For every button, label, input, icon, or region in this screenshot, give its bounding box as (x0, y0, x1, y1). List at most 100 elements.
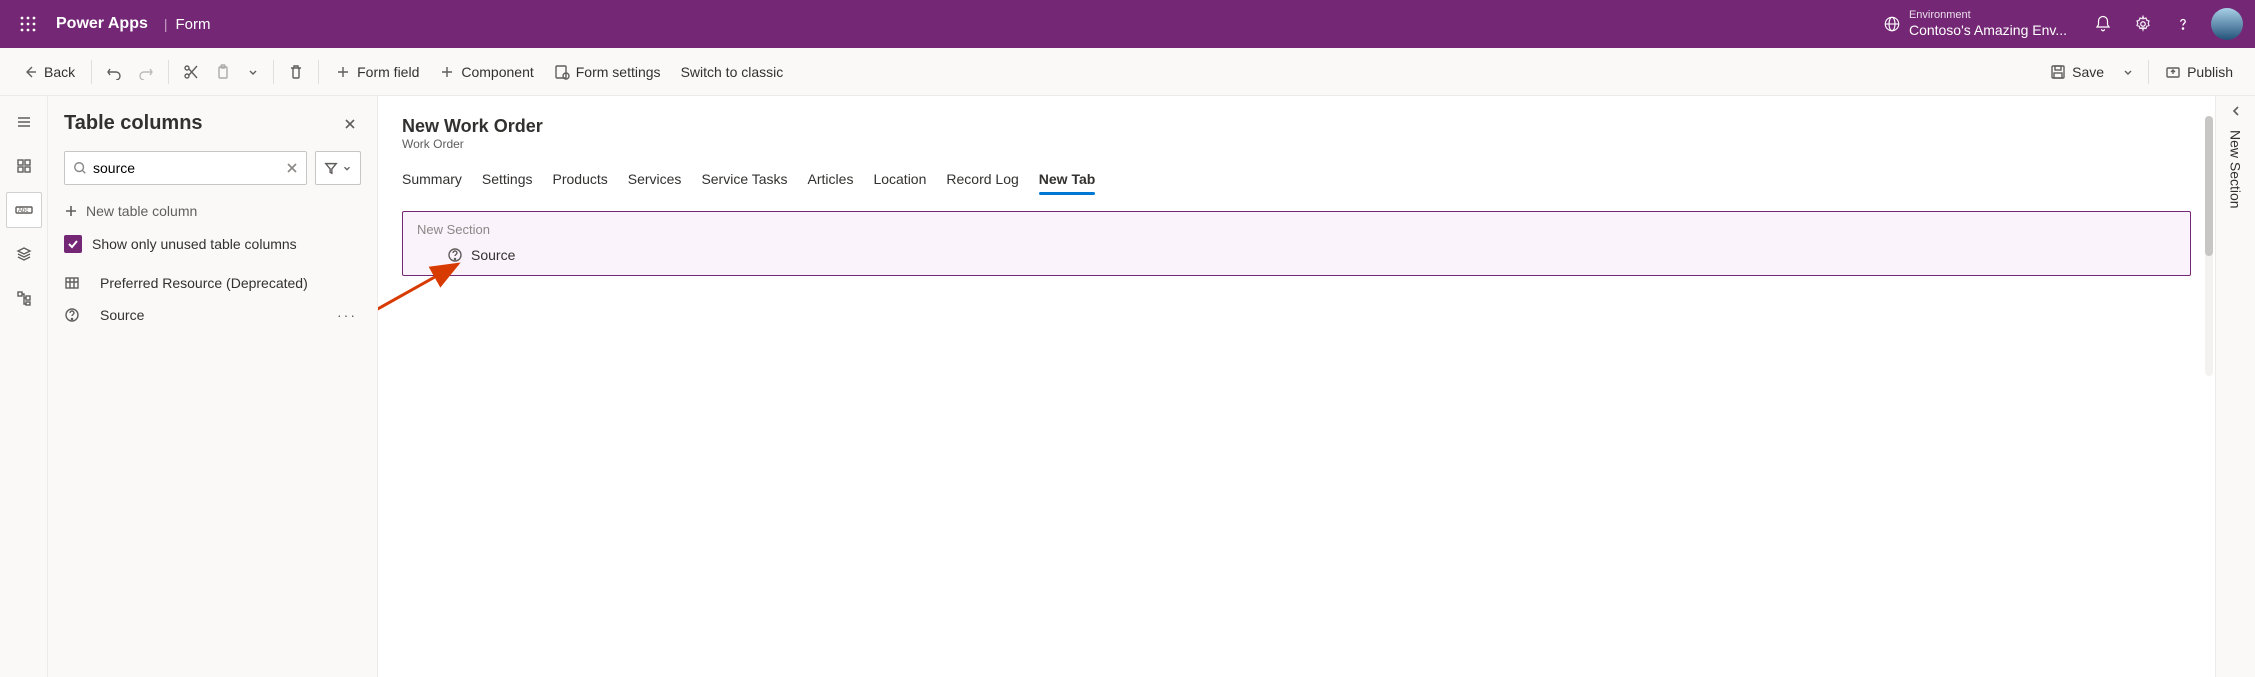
form-settings-label: Form settings (576, 64, 661, 80)
column-item-source[interactable]: Source ··· (64, 299, 361, 331)
rail-table-columns[interactable]: Abc (6, 192, 42, 228)
undo-button[interactable] (98, 58, 130, 86)
globe-icon (1883, 15, 1901, 33)
trash-icon (288, 64, 304, 80)
field-icon: Abc (15, 203, 33, 217)
rail-hamburger[interactable] (6, 104, 42, 140)
redo-button[interactable] (130, 58, 162, 86)
hamburger-icon (16, 114, 32, 130)
show-unused-label: Show only unused table columns (92, 236, 297, 252)
save-icon (2050, 64, 2066, 80)
publish-icon (2165, 64, 2181, 80)
cut-button[interactable] (175, 58, 207, 86)
component-label: Component (461, 64, 533, 80)
breadcrumb-separator: | (164, 16, 168, 32)
question-circle-icon (447, 247, 463, 263)
right-panel-collapsed: New Section (2215, 96, 2255, 677)
rail-layers[interactable] (6, 236, 42, 272)
component-button[interactable]: Component (429, 58, 543, 86)
scissors-icon (183, 64, 199, 80)
tab-location[interactable]: Location (873, 165, 926, 197)
table-columns-panel: Table columns New table column (48, 96, 378, 677)
filter-icon (324, 161, 338, 175)
left-rail: Abc (0, 96, 48, 677)
form-field-label: Form field (357, 64, 419, 80)
back-button[interactable]: Back (12, 58, 85, 86)
question-circle-icon (64, 307, 90, 323)
clipboard-icon (215, 64, 231, 80)
switch-classic-label: Switch to classic (681, 64, 784, 80)
save-dropdown[interactable] (2114, 60, 2142, 84)
rail-components[interactable] (6, 148, 42, 184)
clear-search-button[interactable] (286, 162, 298, 174)
right-panel-label[interactable]: New Section (2228, 130, 2244, 209)
breadcrumb-form[interactable]: Form (176, 16, 211, 33)
form-title: New Work Order (402, 116, 2191, 137)
paste-button[interactable] (207, 58, 239, 86)
undo-icon (106, 64, 122, 80)
scrollbar[interactable] (2205, 116, 2213, 376)
notifications-icon[interactable] (2083, 4, 2123, 44)
tab-articles[interactable]: Articles (808, 165, 854, 197)
environment-name: Contoso's Amazing Env... (1909, 22, 2067, 39)
panel-title: Table columns (64, 112, 203, 135)
redo-icon (138, 64, 154, 80)
save-button[interactable]: Save (2040, 58, 2114, 86)
section-label: New Section (417, 222, 2176, 237)
chevron-left-icon (2229, 104, 2243, 118)
delete-button[interactable] (280, 58, 312, 86)
switch-classic-button[interactable]: Switch to classic (671, 58, 794, 86)
back-label: Back (44, 64, 75, 80)
filter-button[interactable] (315, 151, 361, 185)
plus-icon (335, 64, 351, 80)
form-canvas: New Work Order Work Order Summary Settin… (378, 96, 2215, 677)
panel-close-button[interactable] (339, 113, 361, 135)
help-icon[interactable] (2163, 4, 2203, 44)
new-table-column-button[interactable]: New table column (64, 197, 361, 225)
chevron-down-icon (247, 66, 259, 78)
search-box[interactable] (64, 151, 307, 185)
plus-icon (64, 204, 78, 218)
column-item-preferred-resource[interactable]: Preferred Resource (Deprecated) (64, 267, 361, 299)
expand-right-panel-button[interactable] (2229, 104, 2243, 118)
form-settings-button[interactable]: Form settings (544, 58, 671, 86)
close-icon (343, 117, 357, 131)
tab-services[interactable]: Services (628, 165, 682, 197)
search-input[interactable] (93, 160, 286, 176)
chevron-down-icon (2122, 66, 2134, 78)
form-field-button[interactable]: Form field (325, 58, 429, 86)
svg-text:Abc: Abc (18, 208, 28, 214)
column-label: Preferred Resource (Deprecated) (100, 275, 308, 291)
paste-dropdown[interactable] (239, 60, 267, 84)
rail-tree[interactable] (6, 280, 42, 316)
new-column-label: New table column (86, 203, 197, 219)
user-avatar[interactable] (2211, 8, 2243, 40)
tree-icon (16, 290, 32, 306)
top-header: Power Apps | Form Environment Contoso's … (0, 0, 2255, 48)
form-tabs: Summary Settings Products Services Servi… (402, 165, 2191, 197)
tab-new-tab[interactable]: New Tab (1039, 165, 1096, 197)
arrow-left-icon (22, 64, 38, 80)
column-more-button[interactable]: ··· (333, 307, 361, 323)
tab-record-log[interactable]: Record Log (946, 165, 1018, 197)
tab-settings[interactable]: Settings (482, 165, 533, 197)
publish-button[interactable]: Publish (2155, 58, 2243, 86)
layers-icon (16, 246, 32, 262)
form-section[interactable]: New Section Source (402, 211, 2191, 276)
show-unused-checkbox[interactable]: Show only unused table columns (64, 235, 361, 253)
field-source[interactable]: Source (417, 243, 2176, 265)
close-icon (286, 162, 298, 174)
grid-icon (16, 158, 32, 174)
app-launcher-icon[interactable] (12, 8, 44, 40)
form-settings-icon (554, 64, 570, 80)
checkbox-checked-icon (64, 235, 82, 253)
tab-summary[interactable]: Summary (402, 165, 462, 197)
tab-products[interactable]: Products (553, 165, 608, 197)
app-title[interactable]: Power Apps (56, 15, 148, 33)
environment-label: Environment (1909, 9, 2067, 22)
settings-icon[interactable] (2123, 4, 2163, 44)
chevron-down-icon (342, 163, 352, 173)
environment-picker[interactable]: Environment Contoso's Amazing Env... (1883, 9, 2067, 39)
command-bar: Back Form field Component Form settings (0, 48, 2255, 96)
tab-service-tasks[interactable]: Service Tasks (701, 165, 787, 197)
